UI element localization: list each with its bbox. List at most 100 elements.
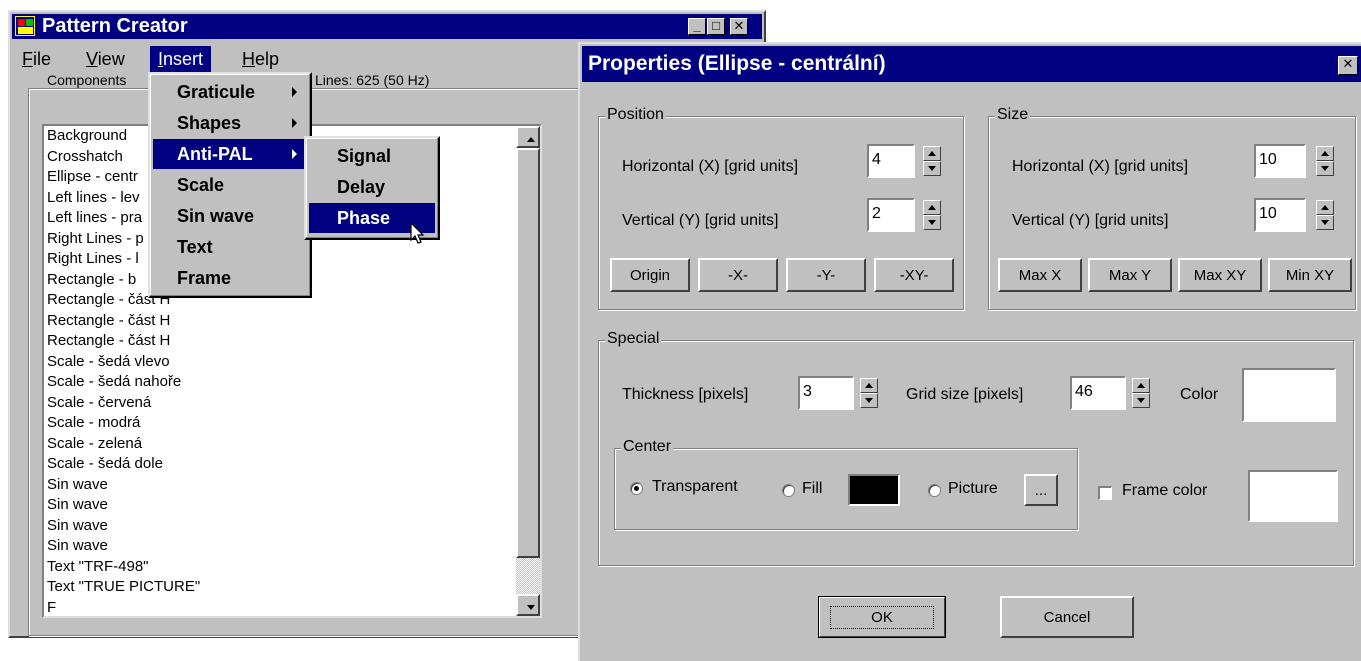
close-button[interactable]: ✕ xyxy=(730,18,748,35)
spin-down-icon[interactable] xyxy=(923,161,941,176)
spin-up-icon[interactable] xyxy=(1316,146,1334,161)
spin-up-icon[interactable] xyxy=(923,200,941,215)
spin-down-icon[interactable] xyxy=(923,215,941,230)
menu-insert[interactable]: Insert xyxy=(150,46,212,72)
ok-button[interactable]: OK xyxy=(818,596,946,638)
menu-file[interactable]: File xyxy=(14,46,59,72)
fill-label[interactable]: Fill xyxy=(802,480,822,498)
position-horizontal-input[interactable]: 4 xyxy=(867,144,915,178)
list-item[interactable]: Rectangle - část H xyxy=(47,311,540,332)
size-horizontal-spinner[interactable] xyxy=(1316,146,1334,176)
transparent-radio[interactable] xyxy=(630,482,643,495)
list-item[interactable]: Sin wave xyxy=(47,495,540,516)
spin-down-icon[interactable] xyxy=(860,393,878,408)
neg-y-button[interactable]: -Y- xyxy=(786,258,866,292)
spin-up-icon[interactable] xyxy=(1316,200,1334,215)
thickness-label: Thickness [pixels] xyxy=(622,386,749,403)
browse-picture-button[interactable]: ... xyxy=(1024,474,1058,506)
menu-item-delay[interactable]: Delay xyxy=(309,172,435,202)
menu-item-shapes[interactable]: Shapes xyxy=(153,108,307,138)
menu-item-frame[interactable]: Frame xyxy=(153,263,307,293)
size-legend: Size xyxy=(995,106,1031,124)
origin-button[interactable]: Origin xyxy=(610,258,690,292)
neg-x-button[interactable]: -X- xyxy=(698,258,778,292)
grid-size-label: Grid size [pixels] xyxy=(906,386,1024,403)
menu-item-scale[interactable]: Scale xyxy=(153,170,307,200)
min-xy-button[interactable]: Min XY xyxy=(1268,258,1352,292)
frame-color-checkbox[interactable] xyxy=(1098,486,1112,500)
size-vertical-spinner[interactable] xyxy=(1316,200,1334,230)
thickness-input[interactable]: 3 xyxy=(798,376,854,410)
picture-radio[interactable] xyxy=(928,484,941,497)
list-item[interactable]: Scale - šedá vlevo xyxy=(47,352,540,373)
picture-label[interactable]: Picture xyxy=(948,480,998,498)
list-item[interactable]: Text "TRUE PICTURE" xyxy=(47,577,540,598)
minimize-button[interactable]: _ xyxy=(688,18,706,35)
position-vertical-spinner[interactable] xyxy=(923,200,941,230)
list-item[interactable]: Scale - zelená xyxy=(47,434,540,455)
list-item[interactable]: Text "TRF-498" xyxy=(47,557,540,578)
mouse-cursor-icon xyxy=(410,222,425,244)
listbox-scrollbar[interactable] xyxy=(516,126,540,616)
submenu-arrow-icon xyxy=(292,149,297,159)
size-horizontal-input[interactable]: 10 xyxy=(1254,144,1306,178)
list-item[interactable]: Rectangle - část H xyxy=(47,331,540,352)
list-item[interactable]: Scale - modrá xyxy=(47,413,540,434)
app-icon xyxy=(15,16,35,36)
main-window-title: Pattern Creator xyxy=(42,15,188,37)
max-x-button[interactable]: Max X xyxy=(998,258,1082,292)
scroll-thumb[interactable] xyxy=(516,148,540,558)
list-item[interactable]: Sin wave xyxy=(47,516,540,537)
color-label: Color xyxy=(1180,386,1219,403)
list-item[interactable]: Scale - šedá nahoře xyxy=(47,372,540,393)
thickness-spinner[interactable] xyxy=(860,378,878,408)
neg-xy-button[interactable]: -XY- xyxy=(874,258,954,292)
menu-item-anti-pal[interactable]: Anti-PAL xyxy=(153,139,307,169)
menu-item-graticule[interactable]: Graticule xyxy=(153,77,307,107)
menu-help[interactable]: Help xyxy=(234,46,287,72)
list-item[interactable]: F xyxy=(47,598,540,617)
menu-item-sin-wave[interactable]: Sin wave xyxy=(153,201,307,231)
grid-size-input[interactable]: 46 xyxy=(1070,376,1126,410)
dialog-close-button[interactable]: ✕ xyxy=(1338,56,1358,75)
lines-info: Lines: 625 (50 Hz) xyxy=(312,72,433,88)
spin-up-icon[interactable] xyxy=(923,146,941,161)
position-horizontal-spinner[interactable] xyxy=(923,146,941,176)
max-y-button[interactable]: Max Y xyxy=(1088,258,1172,292)
spin-down-icon[interactable] xyxy=(1132,393,1150,408)
main-titlebar[interactable]: Pattern Creator _ □ ✕ xyxy=(12,14,762,39)
spin-down-icon[interactable] xyxy=(1316,215,1334,230)
size-vertical-label: Vertical (Y) [grid units] xyxy=(1012,212,1169,229)
fill-color-swatch[interactable] xyxy=(848,474,900,506)
size-horizontal-label: Horizontal (X) [grid units] xyxy=(1012,158,1189,175)
frame-color-label[interactable]: Frame color xyxy=(1122,482,1207,500)
list-item[interactable]: Sin wave xyxy=(47,536,540,557)
max-xy-button[interactable]: Max XY xyxy=(1178,258,1262,292)
size-vertical-input[interactable]: 10 xyxy=(1254,198,1306,232)
menu-item-signal[interactable]: Signal xyxy=(309,141,435,171)
spin-down-icon[interactable] xyxy=(1316,161,1334,176)
dialog-titlebar[interactable]: Properties (Ellipse - centrální) ✕ xyxy=(582,46,1361,82)
properties-dialog: Properties (Ellipse - centrální) ✕ Posit… xyxy=(578,42,1361,661)
maximize-button[interactable]: □ xyxy=(707,18,725,35)
list-item[interactable]: Scale - červená xyxy=(47,393,540,414)
position-vertical-input[interactable]: 2 xyxy=(867,198,915,232)
submenu-arrow-icon xyxy=(292,87,297,97)
grid-size-spinner[interactable] xyxy=(1132,378,1150,408)
cancel-button[interactable]: Cancel xyxy=(1000,596,1134,638)
fill-radio[interactable] xyxy=(782,484,795,497)
transparent-label[interactable]: Transparent xyxy=(652,478,738,496)
dialog-title: Properties (Ellipse - centrální) xyxy=(588,52,886,75)
scroll-up-button[interactable] xyxy=(516,126,540,148)
frame-color-swatch[interactable] xyxy=(1248,470,1338,522)
position-vertical-label: Vertical (Y) [grid units] xyxy=(622,212,779,229)
menu-view[interactable]: View xyxy=(78,46,133,72)
list-item[interactable]: Scale - šedá dole xyxy=(47,454,540,475)
color-swatch[interactable] xyxy=(1242,368,1336,422)
menu-item-text[interactable]: Text xyxy=(153,232,307,262)
position-legend: Position xyxy=(605,106,666,124)
list-item[interactable]: Sin wave xyxy=(47,475,540,496)
spin-up-icon[interactable] xyxy=(1132,378,1150,393)
spin-up-icon[interactable] xyxy=(860,378,878,393)
scroll-down-button[interactable] xyxy=(516,594,540,616)
